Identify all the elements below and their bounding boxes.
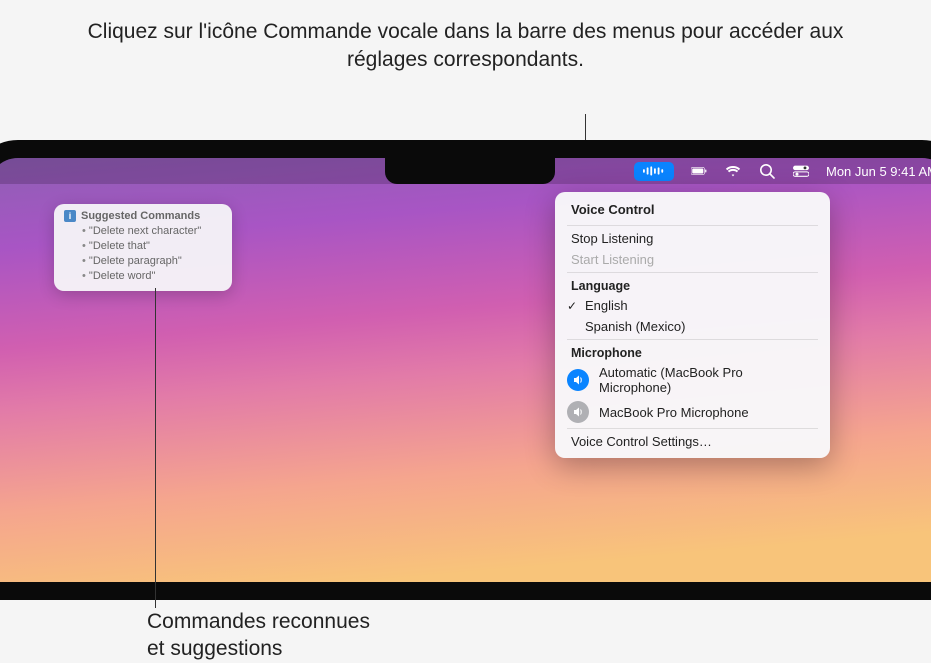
callout-bottom-line2: et suggestions	[147, 637, 282, 660]
suggested-commands-list: "Delete next character" "Delete that" "D…	[64, 224, 222, 283]
battery-icon[interactable]	[690, 162, 708, 180]
language-section-label: Language	[561, 275, 824, 295]
voice-control-menubar-icon[interactable]	[634, 162, 674, 181]
language-name: Spanish (Mexico)	[585, 319, 685, 334]
microphone-name: Automatic (MacBook Pro Microphone)	[599, 365, 814, 395]
language-option-spanish[interactable]: Spanish (Mexico)	[561, 316, 824, 337]
suggested-command-item: "Delete paragraph"	[82, 254, 222, 269]
wifi-icon[interactable]	[724, 162, 742, 180]
callout-bottom-line1: Commandes reconnues	[147, 610, 370, 633]
speaker-icon	[567, 401, 589, 423]
speaker-icon	[567, 369, 589, 391]
info-icon: i	[64, 210, 76, 222]
suggested-command-item: "Delete that"	[82, 239, 222, 254]
microphone-section-label: Microphone	[561, 342, 824, 362]
display-notch	[385, 158, 555, 184]
microphone-option-macbook[interactable]: MacBook Pro Microphone	[561, 398, 824, 426]
suggested-command-item: "Delete word"	[82, 269, 222, 284]
checkmark-icon: ✓	[567, 299, 577, 313]
desktop-screen: Mon Jun 5 9:41 AM i Suggested Commands "…	[0, 158, 931, 582]
control-center-icon[interactable]	[792, 162, 810, 180]
suggested-commands-header: i Suggested Commands	[64, 210, 222, 222]
voice-control-menu-title: Voice Control	[561, 198, 824, 223]
callout-top-text: Cliquez sur l'icône Commande vocale dans…	[0, 0, 931, 81]
suggested-commands-panel: i Suggested Commands "Delete next charac…	[54, 204, 232, 291]
macbook-frame: Mon Jun 5 9:41 AM i Suggested Commands "…	[0, 140, 931, 600]
language-name: English	[585, 298, 628, 313]
menu-divider	[567, 428, 818, 429]
suggested-commands-title: Suggested Commands	[81, 210, 200, 222]
voice-control-settings-item[interactable]: Voice Control Settings…	[561, 431, 824, 452]
menu-divider	[567, 339, 818, 340]
menubar-datetime[interactable]: Mon Jun 5 9:41 AM	[826, 164, 931, 179]
stop-listening-item[interactable]: Stop Listening	[561, 228, 824, 249]
start-listening-item: Start Listening	[561, 249, 824, 270]
menu-divider	[567, 225, 818, 226]
microphone-option-automatic[interactable]: Automatic (MacBook Pro Microphone)	[561, 362, 824, 398]
callout-leader-line-bottom	[155, 288, 156, 608]
spotlight-search-icon[interactable]	[758, 162, 776, 180]
voice-control-menu: Voice Control Stop Listening Start Liste…	[555, 192, 830, 458]
suggested-command-item: "Delete next character"	[82, 224, 222, 239]
callout-bottom-text: Commandes reconnues et suggestions	[147, 608, 370, 663]
language-option-english[interactable]: ✓ English	[561, 295, 824, 316]
microphone-name: MacBook Pro Microphone	[599, 405, 749, 420]
menu-divider	[567, 272, 818, 273]
